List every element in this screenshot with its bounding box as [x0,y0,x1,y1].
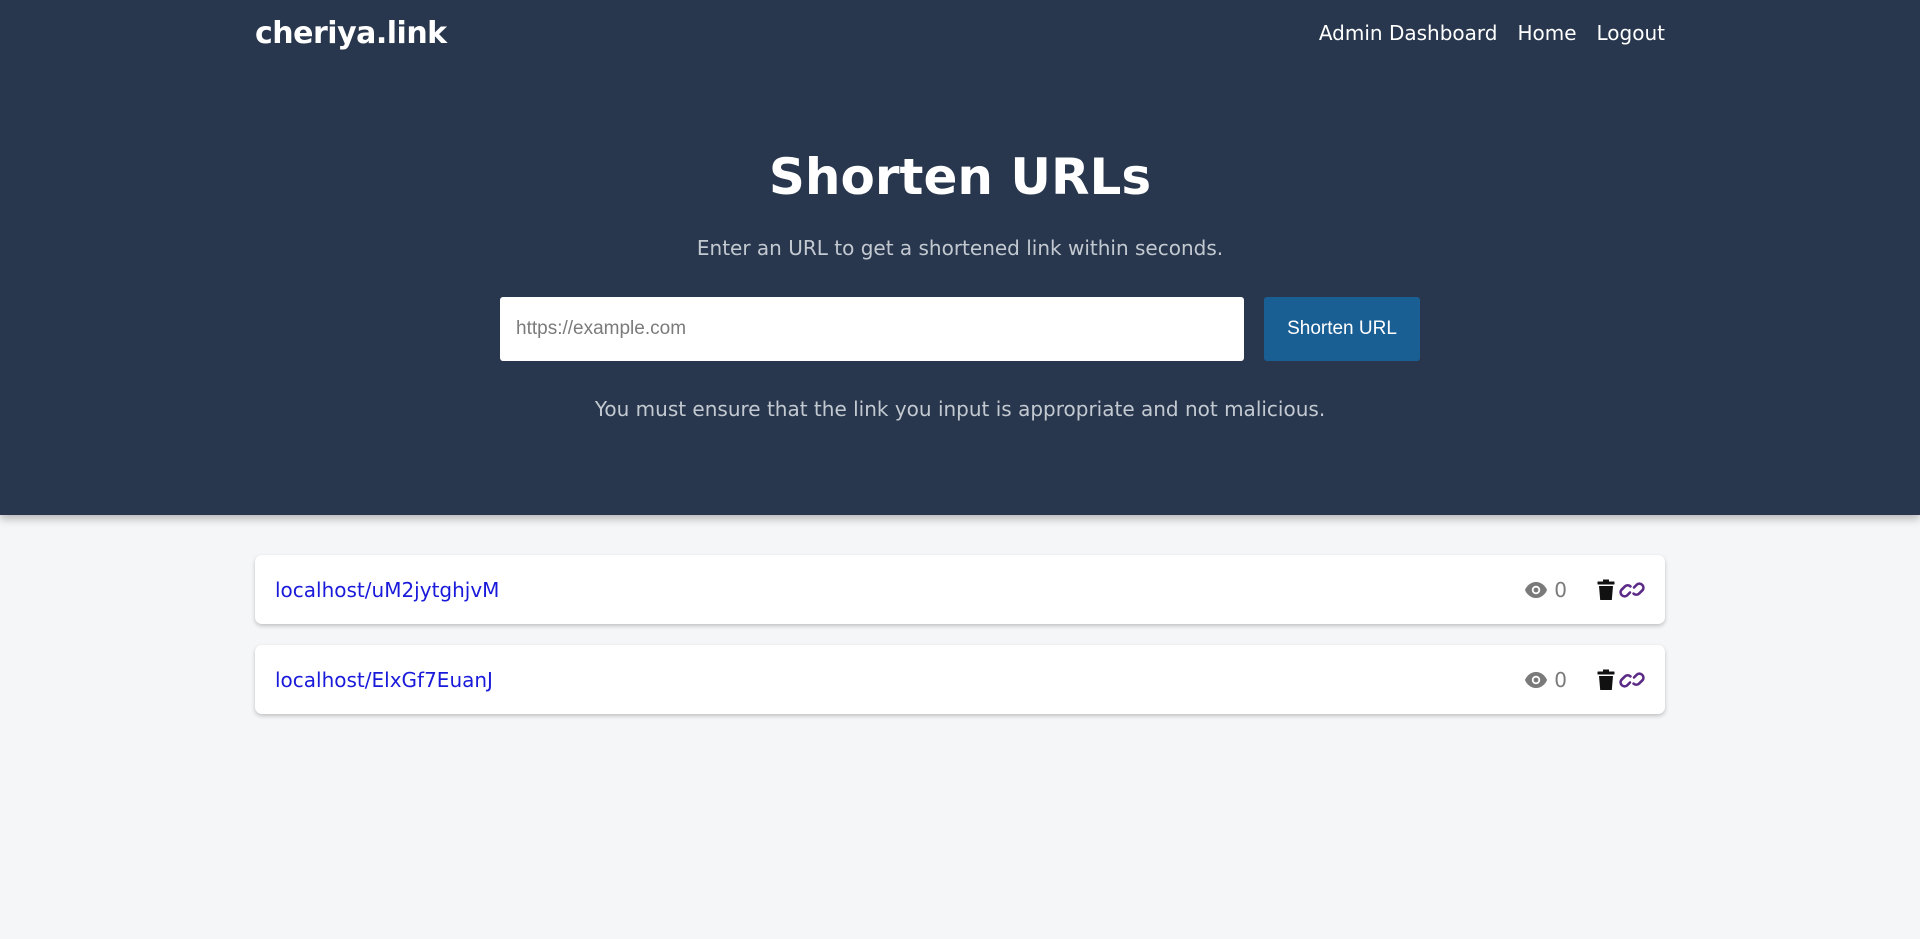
trash-icon[interactable] [1597,669,1615,691]
shortened-links-list: localhost/uM2jytghjvM 0 localhost/ElxGf7… [255,555,1665,735]
disclaimer-note: You must ensure that the link you input … [594,397,1326,421]
page-subtitle: Enter an URL to get a shortened link wit… [696,236,1224,260]
view-count-value: 0 [1554,667,1567,692]
link-icon[interactable] [1619,579,1645,601]
view-count-value: 0 [1554,577,1567,602]
short-link[interactable]: localhost/uM2jytghjvM [275,578,499,602]
url-input[interactable] [500,297,1244,361]
link-icon[interactable] [1619,669,1645,691]
shorten-url-button[interactable]: Shorten URL [1264,297,1420,361]
view-count: 0 [1524,668,1567,692]
link-actions: 0 [1524,578,1645,602]
nav-links: Admin Dashboard Home Logout [1319,21,1665,45]
eye-icon [1525,671,1548,688]
list-item: localhost/uM2jytghjvM 0 [255,555,1665,624]
list-item: localhost/ElxGf7EuanJ 0 [255,645,1665,714]
brand-logo[interactable]: cheriya.link [255,16,447,51]
nav-link-admin-dashboard[interactable]: Admin Dashboard [1319,21,1498,45]
trash-icon[interactable] [1597,579,1615,601]
nav-link-home[interactable]: Home [1517,21,1576,45]
hero-section: cheriya.link Admin Dashboard Home Logout… [0,0,1920,515]
view-count: 0 [1524,578,1567,602]
shorten-form: Shorten URL [500,297,1420,362]
top-navbar: cheriya.link Admin Dashboard Home Logout [255,0,1665,66]
short-link[interactable]: localhost/ElxGf7EuanJ [275,668,493,692]
eye-icon [1525,581,1548,598]
link-actions: 0 [1524,668,1645,692]
nav-link-logout[interactable]: Logout [1597,21,1665,45]
page-title: Shorten URLs [768,148,1152,206]
